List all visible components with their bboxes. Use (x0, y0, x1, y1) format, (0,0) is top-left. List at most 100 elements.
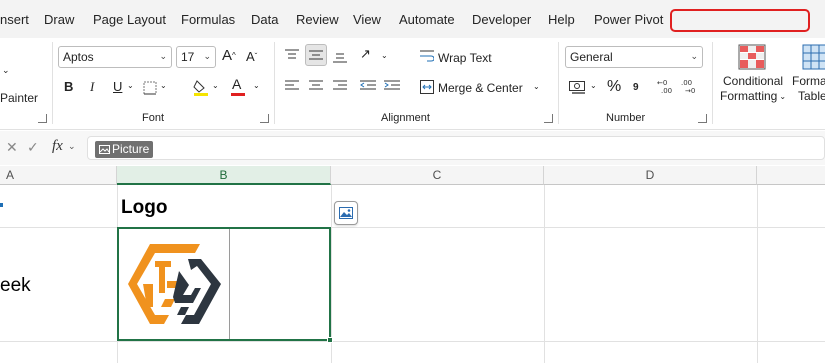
chevron-down-icon[interactable]: ⌄ (160, 81, 167, 90)
cell-a-row[interactable]: eek (0, 275, 31, 297)
svg-text:.00: .00 (681, 79, 692, 87)
tab-view[interactable]: View (353, 12, 381, 27)
shrink-font-label: A (246, 49, 255, 64)
wrap-text-button[interactable]: Wrap Text (438, 51, 492, 65)
conditional-formatting-label-2[interactable]: Formatting ⌄ (720, 89, 786, 103)
tab-insert[interactable]: nsert (0, 12, 29, 27)
column-header-c[interactable]: C (331, 166, 544, 185)
font-name-dropdown[interactable]: Aptos ⌄ (58, 46, 172, 68)
tab-formulas[interactable]: Formulas (181, 12, 235, 27)
insert-function-button[interactable]: fx (52, 138, 63, 155)
number-format-dropdown[interactable]: General ⌄ (565, 46, 703, 68)
top-align-icon[interactable] (285, 49, 299, 61)
align-center-icon[interactable] (309, 80, 323, 92)
conditional-formatting-icon[interactable] (738, 44, 766, 70)
increase-font-size-button[interactable]: A ^ (222, 47, 236, 64)
formula-content: Picture (112, 142, 150, 156)
chevron-down-icon[interactable]: ⌄ (127, 81, 134, 90)
accounting-format-icon[interactable] (569, 81, 585, 94)
merge-center-icon[interactable] (420, 80, 434, 94)
chevron-down-icon[interactable]: ⌄ (2, 66, 10, 76)
gridline (757, 185, 758, 363)
format-painter-button[interactable]: Painter (0, 91, 38, 105)
increase-decimal-icon[interactable]: ←0.00 (657, 78, 677, 94)
decrease-decimal-icon[interactable]: .00→0 (681, 78, 701, 94)
group-separator (712, 42, 713, 124)
decrease-indent-icon[interactable] (360, 80, 376, 92)
chevron-down-icon: ⌄ (690, 52, 698, 62)
gridline (544, 185, 545, 363)
formula-bar: ✕ ✓ fx ⌄ Picture (0, 131, 825, 165)
column-header-e[interactable] (757, 166, 825, 185)
cell-selection (117, 227, 331, 341)
svg-text:→0: →0 (685, 87, 695, 94)
bold-button[interactable]: B (64, 79, 73, 94)
decrease-font-size-button[interactable]: Aˇ (246, 49, 257, 64)
chevron-down-icon[interactable]: ⌄ (381, 51, 388, 60)
chevron-down-icon[interactable]: ⌄ (533, 82, 540, 91)
increase-indent-icon[interactable] (384, 80, 400, 92)
align-left-icon[interactable] (285, 80, 299, 92)
orientation-icon[interactable]: ↗ (360, 47, 371, 62)
picture-icon (339, 207, 353, 219)
alignment-group-label: Alignment (381, 112, 430, 124)
format-as-table-label[interactable]: Format (792, 74, 825, 88)
picture-chip: Picture (95, 141, 154, 158)
tab-automate[interactable]: Automate (399, 12, 455, 27)
tab-draw[interactable]: Draw (44, 12, 74, 27)
cell-b-header[interactable]: Logo (121, 197, 167, 219)
formula-input[interactable]: Picture (87, 136, 825, 160)
tab-help[interactable]: Help (548, 12, 575, 27)
column-header-b[interactable]: B (117, 166, 331, 185)
highlighted-search-box[interactable] (670, 9, 810, 32)
clipboard-launcher-icon[interactable] (38, 114, 47, 123)
tab-power-pivot[interactable]: Power Pivot (594, 12, 663, 27)
chevron-down-icon[interactable]: ⌄ (212, 81, 219, 90)
tab-page-layout[interactable]: Page Layout (93, 12, 166, 27)
picture-icon (99, 145, 110, 154)
chevron-down-icon[interactable]: ⌄ (253, 81, 260, 90)
chevron-down-icon[interactable]: ⌄ (590, 81, 597, 90)
group-separator (52, 42, 53, 124)
fill-handle[interactable] (327, 337, 333, 343)
merge-center-button[interactable]: Merge & Center (438, 81, 523, 95)
ribbon: ⌄ Painter Aptos ⌄ 17 ⌄ A ^ Aˇ B I U ⌄ ⌄ ⌄… (0, 38, 825, 130)
ribbon-tab-bar: nsert Draw Page Layout Formulas Data Rev… (0, 0, 825, 38)
font-color-swatch (231, 93, 245, 96)
chevron-down-icon[interactable]: ⌄ (68, 142, 76, 152)
comma-style-button[interactable]: 9 (633, 82, 639, 93)
font-launcher-icon[interactable] (260, 114, 269, 123)
chevron-down-icon: ⌄ (159, 52, 167, 62)
italic-button[interactable]: I (90, 79, 94, 95)
tab-data[interactable]: Data (251, 12, 278, 27)
gridline (0, 341, 825, 342)
conditional-formatting-label[interactable]: Conditional (723, 74, 783, 88)
bottom-align-icon[interactable] (333, 49, 347, 63)
font-color-button[interactable]: A (232, 76, 241, 92)
percent-style-button[interactable]: % (607, 78, 621, 96)
number-format-value: General (570, 50, 613, 64)
wrap-text-icon[interactable] (420, 49, 434, 63)
tab-developer[interactable]: Developer (472, 12, 531, 27)
cancel-icon[interactable]: ✕ (6, 140, 18, 156)
conditional-formatting-label-text: Formatting (720, 89, 778, 103)
underline-button[interactable]: U (113, 79, 122, 94)
number-launcher-icon[interactable] (698, 114, 707, 123)
tab-review[interactable]: Review (296, 12, 339, 27)
borders-icon[interactable] (143, 81, 157, 95)
chevron-down-icon: ⌄ (203, 52, 211, 62)
column-header-a[interactable]: A (0, 166, 117, 185)
fill-color-icon[interactable] (193, 78, 209, 96)
column-header-d[interactable]: D (544, 166, 757, 185)
fill-marker (0, 203, 3, 207)
grow-font-label: A (222, 47, 233, 64)
place-in-cell-button[interactable] (334, 201, 358, 225)
align-right-icon[interactable] (333, 80, 347, 92)
alignment-launcher-icon[interactable] (544, 114, 553, 123)
middle-align-icon (309, 50, 323, 60)
format-as-table-label-2[interactable]: Table (798, 89, 825, 103)
middle-align-button[interactable] (305, 44, 327, 66)
font-size-dropdown[interactable]: 17 ⌄ (176, 46, 216, 68)
enter-check-icon[interactable]: ✓ (27, 140, 39, 156)
format-as-table-icon[interactable] (802, 44, 825, 70)
